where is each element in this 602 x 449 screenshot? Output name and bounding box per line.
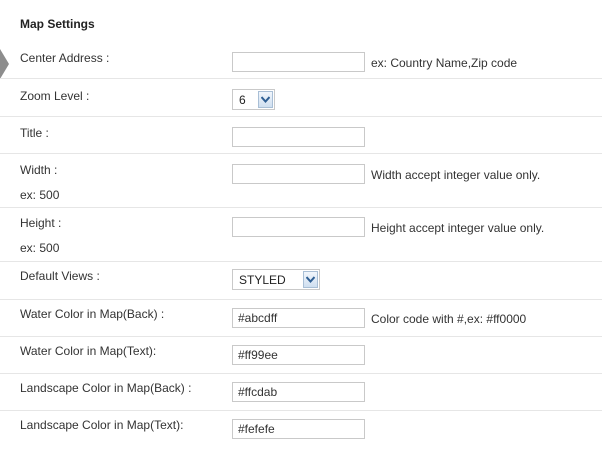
chevron-down-icon[interactable]: [258, 91, 273, 108]
height-label: Height :: [20, 216, 62, 230]
landscape-color-text-label: Landscape Color in Map(Text):: [20, 418, 184, 432]
row-water-color-text: Water Color in Map(Text):: [0, 337, 602, 374]
landscape-color-text-input[interactable]: [232, 419, 365, 439]
row-height: Height : ex: 500 Height accept integer v…: [0, 208, 602, 262]
map-settings-panel: Map Settings Center Address : ex: Countr…: [0, 0, 602, 449]
width-example: ex: 500: [20, 188, 60, 202]
width-input[interactable]: [232, 164, 365, 184]
water-color-back-hint: Color code with #,ex: #ff0000: [371, 312, 527, 326]
chevron-down-icon[interactable]: [303, 271, 318, 288]
row-landscape-color-back: Landscape Color in Map(Back) :: [0, 374, 602, 411]
title-input[interactable]: [232, 127, 365, 147]
center-address-label: Center Address :: [20, 51, 110, 65]
zoom-level-select[interactable]: 6: [232, 89, 275, 110]
landscape-color-back-input[interactable]: [232, 382, 365, 402]
zoom-level-label: Zoom Level :: [20, 89, 90, 103]
water-color-back-label: Water Color in Map(Back) :: [20, 307, 165, 321]
title-label: Title :: [20, 126, 49, 140]
height-input[interactable]: [232, 217, 365, 237]
row-landscape-color-text: Landscape Color in Map(Text):: [0, 411, 602, 448]
row-water-color-back: Water Color in Map(Back) : Color code wi…: [0, 300, 602, 337]
default-views-label: Default Views :: [20, 269, 100, 283]
row-width: Width : ex: 500 Width accept integer val…: [0, 154, 602, 208]
section-title: Map Settings: [20, 17, 95, 31]
row-default-views: Default Views : STYLED: [0, 262, 602, 300]
water-color-text-label: Water Color in Map(Text):: [20, 344, 157, 358]
zoom-level-value: 6: [239, 93, 246, 107]
row-zoom-level: Zoom Level : 6: [0, 79, 602, 117]
width-label: Width :: [20, 163, 58, 177]
center-address-input[interactable]: [232, 52, 365, 72]
height-example: ex: 500: [20, 241, 60, 255]
default-views-select[interactable]: STYLED: [232, 269, 320, 290]
row-center-address: Center Address : ex: Country Name,Zip co…: [0, 42, 602, 79]
landscape-color-back-label: Landscape Color in Map(Back) :: [20, 381, 192, 395]
row-title: Title :: [0, 117, 602, 154]
height-hint: Height accept integer value only.: [371, 221, 545, 235]
default-views-value: STYLED: [239, 273, 286, 287]
water-color-text-input[interactable]: [232, 345, 365, 365]
center-address-hint: ex: Country Name,Zip code: [371, 56, 518, 70]
water-color-back-input[interactable]: [232, 308, 365, 328]
width-hint: Width accept integer value only.: [371, 168, 541, 182]
